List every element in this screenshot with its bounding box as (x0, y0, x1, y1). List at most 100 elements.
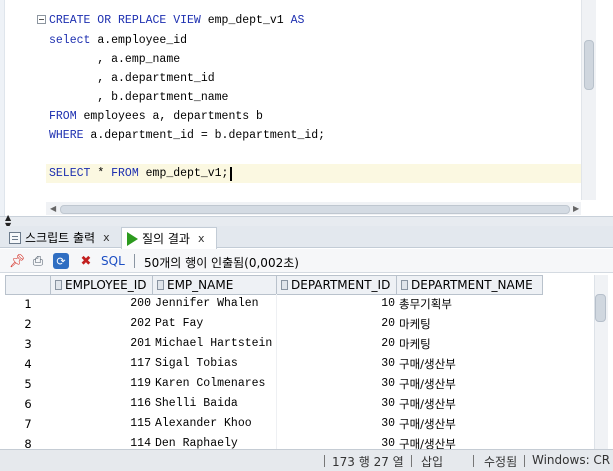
table-row[interactable]: 8 114 Den Raphaely 30 구매/생산부 (5, 434, 543, 449)
cell-department-id[interactable]: 30 (277, 394, 397, 414)
column-header-label: EMP_NAME (167, 278, 234, 292)
cell-department-name[interactable]: 구매/생산부 (397, 414, 543, 434)
code-line-6[interactable]: FROM employees a, departments b (49, 108, 263, 126)
result-grid[interactable]: EMPLOYEE_ID EMP_NAME DEPARTMENT_ID DEPAR… (5, 275, 594, 449)
row-number: 3 (24, 337, 32, 351)
tab-query-result-label: 질의 결과 (142, 232, 190, 246)
tab-query-result[interactable]: 질의 결과 x (121, 227, 217, 249)
sql-editor[interactable]: CREATE OR REPLACE VIEW emp_dept_v1 AS se… (0, 0, 613, 216)
cell-department-name[interactable]: 구매/생산부 (397, 434, 543, 449)
row-number: 4 (24, 357, 32, 371)
tab-query-result-close-icon[interactable]: x (198, 232, 205, 245)
status-divider (324, 455, 325, 467)
status-divider (524, 455, 525, 467)
code-token: AS (290, 14, 305, 27)
column-header-label: EMPLOYEE_ID (65, 278, 147, 292)
scroll-right-icon[interactable]: ▶ (573, 204, 579, 213)
code-line-3[interactable]: , a.emp_name (49, 51, 180, 69)
cell-department-name[interactable]: 구매/생산부 (397, 354, 543, 374)
code-token: , b.department_name (49, 91, 229, 104)
code-token: CREATE OR REPLACE VIEW (49, 14, 208, 27)
output-tab-bar: 스크립트 출력 x 질의 결과 x (0, 226, 613, 249)
code-token: WHERE (49, 129, 91, 142)
editor-vertical-scrollbar[interactable] (581, 0, 596, 200)
table-row[interactable]: 3 201 Michael Hartstein 20 마케팅 (5, 334, 543, 354)
pin-icon[interactable]: 📌︎ (9, 253, 26, 269)
code-token: employees a, departments b (83, 110, 263, 123)
table-row[interactable]: 1 200 Jennifer Whalen 10 총무기획부 (5, 294, 543, 314)
table-row[interactable]: 5 119 Karen Colmenares 30 구매/생산부 (5, 374, 543, 394)
table-row[interactable]: 4 117 Sigal Tobias 30 구매/생산부 (5, 354, 543, 374)
scroll-left-icon[interactable]: ◀ (50, 204, 56, 213)
cell-department-name[interactable]: 구매/생산부 (397, 394, 543, 414)
cancel-fetch-icon[interactable]: ✖ (78, 253, 94, 269)
refresh-icon[interactable]: ⟳ (53, 253, 69, 269)
line-ending-indicator[interactable]: Windows: CR (532, 453, 610, 467)
code-line-9[interactable]: SELECT * FROM emp_dept_v1; (49, 165, 228, 183)
code-line-2[interactable]: select a.employee_id (49, 32, 187, 50)
cell-emp-name[interactable]: Den Raphaely (153, 434, 277, 449)
fold-collapse-icon[interactable] (37, 15, 46, 24)
cell-department-id[interactable]: 30 (277, 434, 397, 449)
cell-department-id[interactable]: 10 (277, 294, 397, 314)
cell-emp-name[interactable]: Shelli Baida (153, 394, 277, 414)
fetch-status-text: 50개의 행이 인출됨(0,002초) (144, 256, 299, 270)
sql-button[interactable]: SQL (101, 254, 125, 268)
tab-script-output[interactable]: 스크립트 출력 x (4, 227, 120, 248)
cell-emp-name[interactable]: Sigal Tobias (153, 354, 277, 374)
cell-department-id[interactable]: 20 (277, 314, 397, 334)
code-token: emp_dept_v1 (207, 14, 291, 27)
editor-horizontal-scroll-thumb[interactable] (60, 205, 570, 214)
cell-employee-id[interactable]: 200 (51, 294, 153, 314)
cell-emp-name[interactable]: Michael Hartstein (153, 334, 277, 354)
table-row[interactable]: 7 115 Alexander Khoo 30 구매/생산부 (5, 414, 543, 434)
column-header-emp-name[interactable]: EMP_NAME (153, 275, 277, 295)
pane-splitter[interactable] (0, 216, 613, 226)
cell-department-id[interactable]: 20 (277, 334, 397, 354)
cell-department-name[interactable]: 구매/생산부 (397, 374, 543, 394)
code-line-1[interactable]: CREATE OR REPLACE VIEW emp_dept_v1 AS (49, 12, 304, 30)
cell-emp-name[interactable]: Pat Fay (153, 314, 277, 334)
row-number: 2 (24, 317, 32, 331)
row-number: 8 (24, 437, 32, 449)
cell-department-id[interactable]: 30 (277, 374, 397, 394)
tab-script-output-close-icon[interactable]: x (103, 231, 110, 244)
cell-employee-id[interactable]: 114 (51, 434, 153, 449)
modified-indicator: 수정됨 (484, 455, 518, 469)
print-icon[interactable]: ⎙ (30, 253, 46, 269)
toolbar-divider (134, 254, 135, 268)
cell-employee-id[interactable]: 201 (51, 334, 153, 354)
cell-emp-name[interactable]: Karen Colmenares (153, 374, 277, 394)
code-line-5[interactable]: , b.department_name (49, 89, 228, 107)
cell-emp-name[interactable]: Jennifer Whalen (153, 294, 277, 314)
cell-employee-id[interactable]: 117 (51, 354, 153, 374)
cell-employee-id[interactable]: 115 (51, 414, 153, 434)
code-token: FROM (49, 110, 84, 123)
code-line-4[interactable]: , a.department_id (49, 70, 215, 88)
cell-department-name[interactable]: 마케팅 (397, 314, 543, 334)
table-row[interactable]: 6 116 Shelli Baida 30 구매/생산부 (5, 394, 543, 414)
cell-emp-name[interactable]: Alexander Khoo (153, 414, 277, 434)
insert-mode-indicator[interactable]: 삽입 (421, 453, 443, 470)
code-token: emp_dept_v1; (145, 167, 229, 180)
cell-department-id[interactable]: 30 (277, 354, 397, 374)
column-icon (55, 280, 62, 290)
cell-employee-id[interactable]: 202 (51, 314, 153, 334)
cell-employee-id[interactable]: 119 (51, 374, 153, 394)
column-header-department-id[interactable]: DEPARTMENT_ID (277, 275, 397, 295)
code-token: , a.department_id (49, 72, 215, 85)
code-line-7[interactable]: WHERE a.department_id = b.department_id; (49, 127, 325, 145)
grid-vertical-scroll-thumb[interactable] (595, 294, 606, 322)
table-row[interactable]: 2 202 Pat Fay 20 마케팅 (5, 314, 543, 334)
cell-department-id[interactable]: 30 (277, 414, 397, 434)
cell-department-name[interactable]: 총무기획부 (397, 294, 543, 314)
column-header-department-name[interactable]: DEPARTMENT_NAME (397, 275, 543, 295)
cell-employee-id[interactable]: 116 (51, 394, 153, 414)
cell-department-name[interactable]: 마케팅 (397, 334, 543, 354)
code-token: select (49, 34, 98, 47)
column-header-employee-id[interactable]: EMPLOYEE_ID (51, 275, 153, 295)
editor-vertical-scroll-thumb[interactable] (584, 40, 594, 90)
text-caret (230, 167, 232, 181)
cursor-position: 173 행 27 열 (332, 455, 404, 469)
column-header-label: DEPARTMENT_NAME (411, 278, 533, 292)
